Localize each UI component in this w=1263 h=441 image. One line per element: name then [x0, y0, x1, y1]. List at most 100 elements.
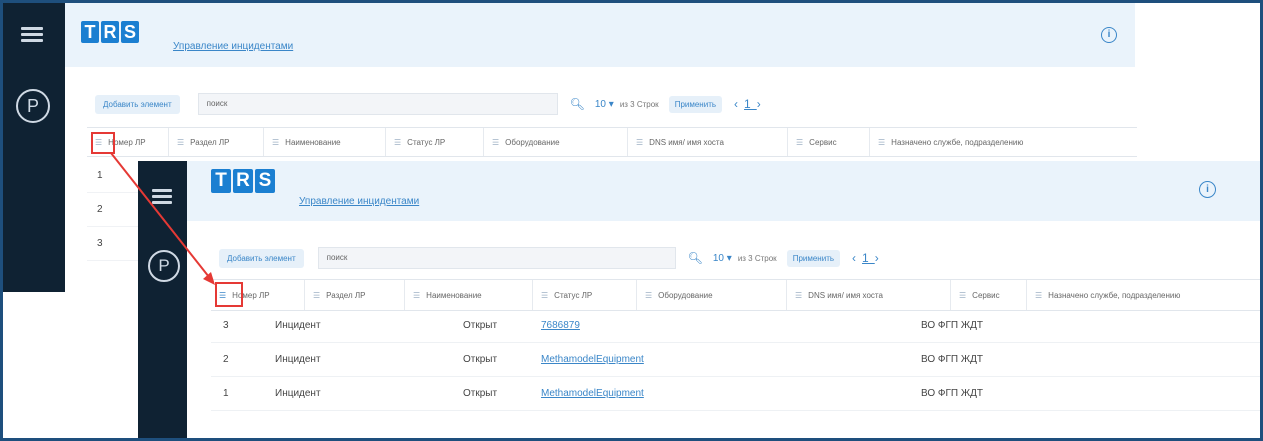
profile-icon[interactable]: P	[16, 89, 50, 123]
table-body-after: 3 Инцидент Открыт 7686879 ВО ФГП ЖДТ 2 И…	[211, 309, 1260, 411]
column-header-assigned[interactable]: ☰ Назначено службе, подразделению	[870, 128, 1100, 156]
sort-icon[interactable]: ☰	[878, 138, 885, 147]
cell-section: Инцидент	[275, 354, 321, 365]
info-icon[interactable]: i	[1199, 181, 1216, 198]
screenshot-frame: P T R S Управление инцидентами i Добавит…	[0, 0, 1263, 441]
logo-letter: R	[101, 21, 119, 43]
breadcrumb-link[interactable]: Управление инцидентами	[173, 41, 293, 52]
page-size-value: 10	[712, 252, 724, 264]
table-body-before: 1 2 3	[87, 159, 142, 261]
cell-equipment-link[interactable]: MethamodelEquipment	[541, 377, 644, 410]
column-header-dns[interactable]: ☰ DNS имя/ имя хоста	[787, 280, 951, 310]
column-label: DNS имя/ имя хоста	[808, 290, 883, 300]
table-row[interactable]: 1	[87, 159, 142, 193]
prev-page-button[interactable]: ‹	[852, 251, 862, 265]
pagination: ‹1›	[734, 97, 767, 111]
column-header-service[interactable]: ☰ Сервис	[951, 280, 1027, 310]
menu-icon[interactable]	[152, 189, 172, 207]
column-label: Назначено службе, подразделению	[891, 137, 1024, 147]
apply-button[interactable]: Применить	[668, 95, 723, 113]
table-row[interactable]: 1 Инцидент Открыт MethamodelEquipment ВО…	[211, 377, 1260, 411]
column-header-assigned[interactable]: ☰ Назначено службе, подразделению	[1027, 280, 1260, 310]
prev-page-button[interactable]: ‹	[734, 97, 744, 111]
column-header-dns[interactable]: ☰ DNS имя/ имя хоста	[628, 128, 788, 156]
table-row[interactable]: 2	[87, 193, 142, 227]
add-element-button[interactable]: Добавить элемент	[219, 248, 304, 268]
column-header-equipment[interactable]: ☰ Оборудование	[484, 128, 628, 156]
breadcrumb-link[interactable]: Управление инцидентами	[299, 196, 419, 207]
page-size-select[interactable]: 10 ▾	[713, 253, 732, 264]
current-page[interactable]: 1	[862, 251, 875, 265]
column-label: Сервис	[972, 290, 1000, 300]
add-element-button[interactable]: Добавить элемент	[95, 94, 180, 114]
column-header-service[interactable]: ☰ Сервис	[788, 128, 870, 156]
sort-icon[interactable]: ☰	[541, 291, 548, 300]
column-header-row: ☰ Номер ЛР ☰ Раздел ЛР ☰ Наименование ☰ Стат…	[211, 279, 1260, 311]
header: T R S Управление инцидентами i	[187, 161, 1260, 221]
cell-status: Открыт	[463, 388, 498, 399]
sort-icon[interactable]: ☰	[636, 138, 643, 147]
search-icon[interactable]: 🔍︎	[570, 97, 585, 111]
cell-section: Инцидент	[275, 320, 321, 331]
sort-icon[interactable]: ☰	[796, 138, 803, 147]
search-input[interactable]: поиск	[197, 93, 558, 115]
header: T R S Управление инцидентами i	[65, 3, 1135, 67]
sort-icon[interactable]: ☰	[177, 138, 184, 147]
column-label: Оборудование	[658, 290, 713, 300]
info-icon[interactable]: i	[1101, 27, 1117, 43]
sort-highlight-box	[91, 132, 115, 154]
menu-icon[interactable]	[21, 27, 43, 45]
sort-icon[interactable]: ☰	[645, 291, 652, 300]
column-label: DNS имя/ имя хоста	[649, 137, 724, 147]
search-icon[interactable]: 🔍︎	[688, 251, 703, 265]
sorted-view-panel: P T R S Управление инцидентами i Добавит…	[138, 161, 1260, 438]
logo: T R S	[211, 169, 275, 193]
column-label: Наименование	[426, 290, 482, 300]
sidebar: P	[138, 161, 187, 438]
column-label: Назначено службе, подразделению	[1048, 290, 1181, 300]
cell-equipment-link[interactable]: MethamodelEquipment	[541, 343, 644, 376]
column-header-name[interactable]: ☰ Наименование	[264, 128, 386, 156]
column-header-section[interactable]: ☰ Раздел ЛР	[305, 280, 405, 310]
sort-icon[interactable]: ☰	[313, 291, 320, 300]
logo: T R S	[81, 21, 139, 43]
column-header-equipment[interactable]: ☰ Оборудование	[637, 280, 787, 310]
logo-letter: S	[255, 169, 275, 193]
rows-total: из 3 Строк	[737, 253, 777, 263]
column-header-status[interactable]: ☰ Статус ЛР	[386, 128, 484, 156]
rows-total: из 3 Строк	[619, 99, 659, 109]
sort-icon[interactable]: ☰	[413, 291, 420, 300]
sort-icon[interactable]: ☰	[1035, 291, 1042, 300]
sort-icon[interactable]: ☰	[795, 291, 802, 300]
logo-letter: S	[121, 21, 139, 43]
column-header-section[interactable]: ☰ Раздел ЛР	[169, 128, 264, 156]
dropdown-icon: ▾	[608, 98, 614, 110]
column-header-row: ☰ Номер ЛР ☰ Раздел ЛР ☰ Наименование ☰ Стат…	[87, 127, 1137, 157]
sort-icon[interactable]: ☰	[394, 138, 401, 147]
table-row[interactable]: 3	[87, 227, 142, 261]
next-page-button[interactable]: ›	[875, 251, 885, 265]
dropdown-icon: ▾	[726, 252, 732, 264]
column-header-name[interactable]: ☰ Наименование	[405, 280, 533, 310]
sidebar: P	[3, 3, 65, 292]
sort-icon[interactable]: ☰	[492, 138, 499, 147]
table-row[interactable]: 2 Инцидент Открыт MethamodelEquipment ВО…	[211, 343, 1260, 377]
column-header-status[interactable]: ☰ Статус ЛР	[533, 280, 637, 310]
apply-button[interactable]: Применить	[786, 249, 841, 267]
cell-section: Инцидент	[275, 388, 321, 399]
cell-equipment-link[interactable]: 7686879	[541, 309, 580, 342]
logo-letter: R	[233, 169, 253, 193]
sort-icon[interactable]: ☰	[272, 138, 279, 147]
search-input[interactable]: поиск	[317, 247, 676, 269]
page-size-select[interactable]: 10 ▾	[595, 99, 614, 110]
cell-status: Открыт	[463, 320, 498, 331]
table-row[interactable]: 3 Инцидент Открыт 7686879 ВО ФГП ЖДТ	[211, 309, 1260, 343]
column-label: Статус ЛР	[554, 290, 593, 300]
current-page[interactable]: 1	[744, 97, 757, 111]
column-label: Оборудование	[505, 137, 560, 147]
profile-icon[interactable]: P	[148, 250, 180, 282]
column-label: Раздел ЛР	[190, 137, 230, 147]
next-page-button[interactable]: ›	[757, 97, 767, 111]
cell-assigned: ВО ФГП ЖДТ	[921, 320, 983, 331]
sort-icon[interactable]: ☰	[959, 291, 966, 300]
